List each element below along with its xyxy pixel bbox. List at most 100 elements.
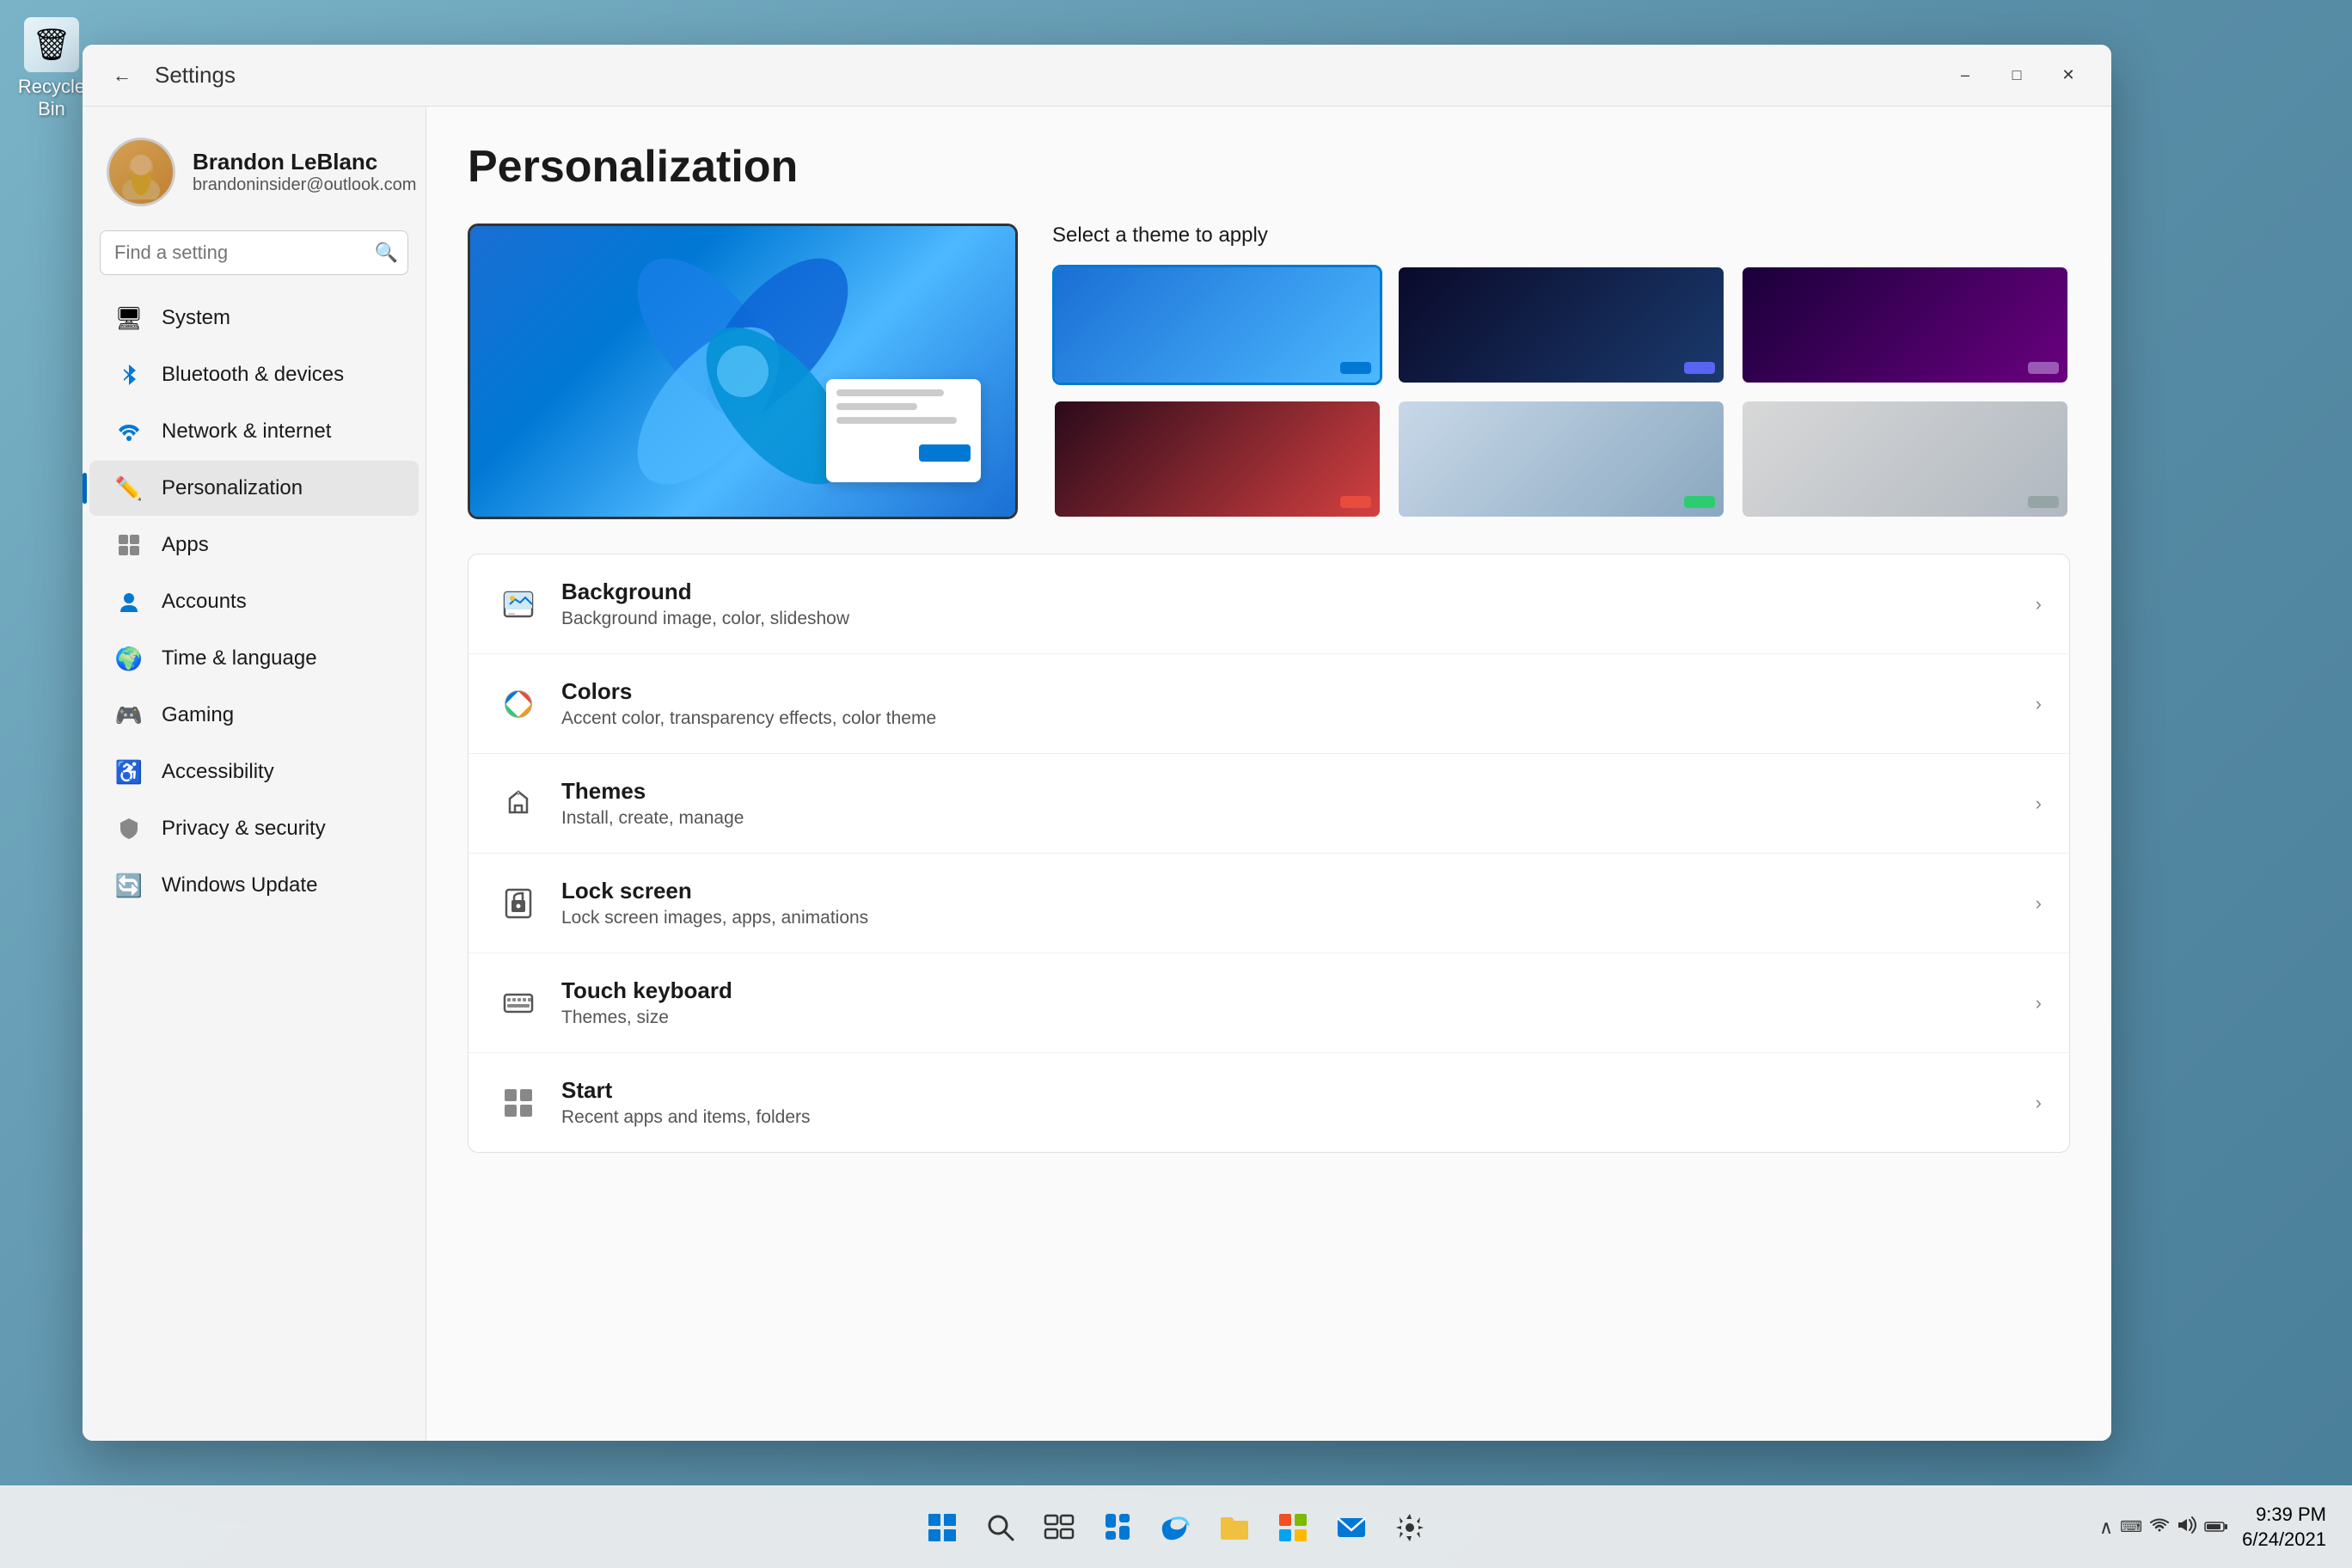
sidebar-item-gaming-label: Gaming: [162, 703, 234, 727]
user-name: Brandon LeBlanc: [193, 149, 416, 175]
user-email: brandoninsider@outlook.com: [193, 175, 416, 195]
lock-screen-icon: [496, 881, 541, 926]
search-box: 🔍: [100, 230, 408, 275]
battery-icon[interactable]: [2204, 1516, 2228, 1539]
theme-select-area: Select a theme to apply: [1052, 224, 2070, 519]
window-title: Settings: [155, 62, 1943, 89]
start-button[interactable]: [916, 1502, 968, 1553]
maximize-button[interactable]: □: [1994, 60, 2039, 91]
touch-keyboard-subtitle: Themes, size: [561, 1008, 2036, 1028]
system-icon: 🖥: [113, 303, 144, 334]
theme-3-accent: [2028, 362, 2059, 374]
settings-row-colors[interactable]: Colors Accent color, transparency effect…: [469, 654, 2069, 754]
taskbar: ∧ ⌨: [0, 1485, 2352, 1568]
sidebar-item-accessibility[interactable]: ♿ Accessibility: [89, 744, 419, 799]
taskbar-clock[interactable]: 9:39 PM 6/24/2021: [2242, 1503, 2326, 1552]
bluetooth-icon: [113, 359, 144, 390]
wifi-icon[interactable]: [2149, 1516, 2170, 1539]
privacy-icon: [113, 813, 144, 844]
start-chevron: ›: [2036, 1092, 2042, 1114]
main-content: Personalization: [426, 107, 2111, 1441]
theme-6-bg: [1743, 401, 2067, 517]
theme-card-1[interactable]: [1052, 265, 1382, 385]
sidebar-item-privacy[interactable]: Privacy & security: [89, 801, 419, 856]
settings-row-background[interactable]: Background Background image, color, slid…: [469, 554, 2069, 654]
back-button[interactable]: ←: [103, 57, 141, 95]
sidebar-item-accounts-label: Accounts: [162, 590, 247, 614]
theme-card-3[interactable]: [1740, 265, 2070, 385]
sidebar-item-accessibility-label: Accessibility: [162, 760, 274, 784]
taskbar-search-button[interactable]: [975, 1502, 1026, 1553]
themes-subtitle: Install, create, manage: [561, 808, 2036, 829]
taskview-button[interactable]: [1033, 1502, 1085, 1553]
sidebar-item-system[interactable]: 🖥 System: [89, 291, 419, 346]
start-settings-icon: [496, 1081, 541, 1125]
user-profile[interactable]: Brandon LeBlanc brandoninsider@outlook.c…: [83, 124, 426, 220]
sidebar-item-time[interactable]: 🌍 Time & language: [89, 631, 419, 686]
settings-row-start[interactable]: Start Recent apps and items, folders ›: [469, 1053, 2069, 1152]
sidebar-item-privacy-label: Privacy & security: [162, 817, 326, 841]
sidebar-item-update[interactable]: 🔄 Windows Update: [89, 858, 419, 913]
clock-time: 9:39 PM: [2242, 1503, 2326, 1528]
settings-list: Background Background image, color, slid…: [468, 554, 2070, 1153]
volume-icon[interactable]: [2177, 1516, 2197, 1540]
apps-icon: [113, 530, 144, 560]
clock-date: 6/24/2021: [2242, 1528, 2326, 1553]
sidebar-item-personalization-label: Personalization: [162, 476, 303, 500]
personalization-icon: ✏️: [113, 473, 144, 504]
chevron-up-icon[interactable]: ∧: [2099, 1516, 2113, 1539]
settings-window: ← Settings – □ ✕: [83, 45, 2111, 1441]
start-title: Start: [561, 1077, 2036, 1104]
sidebar-item-apps[interactable]: Apps: [89, 518, 419, 573]
accessibility-icon: ♿: [113, 756, 144, 787]
theme-select-title: Select a theme to apply: [1052, 224, 2070, 248]
sidebar-item-apps-label: Apps: [162, 533, 209, 557]
explorer-button[interactable]: [1209, 1502, 1260, 1553]
taskbar-center: [916, 1502, 1436, 1553]
theme-card-5[interactable]: [1396, 399, 1726, 519]
sidebar-item-network-label: Network & internet: [162, 420, 331, 444]
start-subtitle: Recent apps and items, folders: [561, 1107, 2036, 1128]
system-tray[interactable]: ∧ ⌨: [2099, 1516, 2228, 1540]
accounts-icon: [113, 586, 144, 617]
search-input[interactable]: [100, 230, 408, 275]
recycle-bin[interactable]: 🗑 Recycle Bin: [17, 17, 86, 120]
minimize-button[interactable]: –: [1943, 60, 1988, 91]
settings-row-themes[interactable]: Themes Install, create, manage ›: [469, 754, 2069, 854]
lock-screen-title: Lock screen: [561, 878, 2036, 904]
background-text: Background Background image, color, slid…: [561, 579, 2036, 629]
background-title: Background: [561, 579, 2036, 605]
theme-card-6[interactable]: [1740, 399, 2070, 519]
sidebar-item-accounts[interactable]: Accounts: [89, 574, 419, 629]
user-info: Brandon LeBlanc brandoninsider@outlook.c…: [193, 149, 416, 195]
time-icon: 🌍: [113, 643, 144, 674]
close-button[interactable]: ✕: [2046, 60, 2091, 91]
lock-screen-chevron: ›: [2036, 892, 2042, 915]
sidebar-item-bluetooth-label: Bluetooth & devices: [162, 363, 344, 387]
settings-taskbar-button[interactable]: [1384, 1502, 1436, 1553]
theme-4-bg: [1055, 401, 1380, 517]
background-subtitle: Background image, color, slideshow: [561, 609, 2036, 629]
sidebar-nav: 🖥 System Bluetooth & devices Network: [83, 289, 426, 915]
search-icon[interactable]: 🔍: [375, 242, 398, 264]
taskbar-right: ∧ ⌨: [2099, 1503, 2326, 1552]
avatar: [107, 138, 175, 206]
settings-body: Brandon LeBlanc brandoninsider@outlook.c…: [83, 107, 2111, 1441]
edge-button[interactable]: [1150, 1502, 1202, 1553]
theme-5-accent: [1684, 496, 1715, 508]
mail-button[interactable]: [1326, 1502, 1377, 1553]
colors-text: Colors Accent color, transparency effect…: [561, 678, 2036, 729]
store-button[interactable]: [1267, 1502, 1319, 1553]
sidebar-item-bluetooth[interactable]: Bluetooth & devices: [89, 347, 419, 402]
theme-section: Select a theme to apply: [468, 224, 2070, 519]
settings-row-touch-keyboard[interactable]: Touch keyboard Themes, size ›: [469, 953, 2069, 1053]
sidebar-item-gaming[interactable]: 🎮 Gaming: [89, 688, 419, 743]
page-title: Personalization: [468, 141, 2070, 193]
settings-row-lock-screen[interactable]: Lock screen Lock screen images, apps, an…: [469, 854, 2069, 953]
theme-card-4[interactable]: [1052, 399, 1382, 519]
background-chevron: ›: [2036, 593, 2042, 616]
theme-card-2[interactable]: [1396, 265, 1726, 385]
sidebar-item-personalization[interactable]: ✏️ Personalization: [89, 461, 419, 516]
widgets-button[interactable]: [1092, 1502, 1143, 1553]
sidebar-item-network[interactable]: Network & internet: [89, 404, 419, 459]
